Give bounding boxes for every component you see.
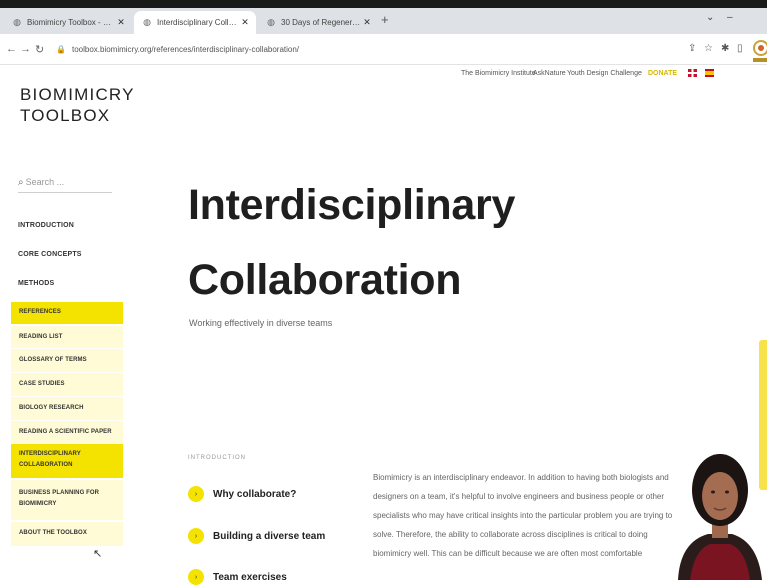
tab-interdisciplinary-collaboration[interactable]: ◍ Interdisciplinary Collaboration - ✕ (134, 11, 256, 34)
close-icon[interactable]: ✕ (361, 17, 373, 28)
url-field[interactable]: 🔒 toolbox.biomimicry.org/references/inte… (56, 40, 676, 58)
sidebar-item-label: GLOSSARY OF TERMS (19, 357, 87, 363)
sidebar-item-label: REFERENCES (19, 309, 62, 315)
toc-label: Team exercises (213, 571, 287, 583)
toc-item-why-collaborate[interactable]: › Why collaborate? (188, 486, 296, 502)
sidebar-item-glossary[interactable]: GLOSSARY OF TERMS (11, 349, 123, 372)
section-label: INTRODUCTION (188, 455, 246, 461)
tab-30-days-of-regeneration[interactable]: ◍ 30 Days of Regeneration - Biomi ✕ (258, 11, 378, 34)
mouse-cursor-icon: ↖ (93, 548, 103, 560)
search-icon: ⌕ (18, 176, 24, 188)
page-title-line-2: Collaboration (188, 256, 462, 304)
search-placeholder: Search ... (25, 177, 65, 187)
sidebar-item-biology-research[interactable]: BIOLOGY RESEARCH (11, 397, 123, 420)
globe-icon: ◍ (13, 17, 21, 27)
chevron-right-icon: › (188, 528, 204, 544)
new-tab-icon[interactable]: + (381, 12, 389, 27)
sidebar-item-label: CASE STUDIES (19, 381, 65, 387)
logo-icon (753, 40, 767, 62)
sidebar-item-methods[interactable]: METHODS (18, 280, 54, 287)
sidebar-item-business-planning[interactable]: BUSINESS PLANNING FOR BIOMIMICRY (11, 480, 123, 520)
util-link-ydc[interactable]: Youth Design Challenge (567, 70, 642, 77)
sidebar-item-interdisciplinary-collaboration[interactable]: INTERDISCIPLINARY COLLABORATION (11, 444, 123, 478)
toc-item-building-team[interactable]: › Building a diverse team (188, 528, 325, 544)
sidebar-item-core-concepts[interactable]: CORE CONCEPTS (18, 251, 82, 258)
sidebar-item-label: INTERDISCIPLINARY COLLABORATION (19, 451, 81, 468)
chevron-down-icon[interactable]: ⌄ (706, 12, 714, 23)
tab-title: Biomimicry Toolbox - Biomi (27, 18, 115, 27)
flag-es-icon[interactable] (705, 69, 714, 77)
flag-en-icon[interactable] (688, 69, 697, 77)
url-text: toolbox.biomimicry.org/references/interd… (71, 44, 300, 54)
back-icon[interactable]: ← (6, 43, 17, 55)
util-link-institute[interactable]: The Biomimicry Institute (461, 70, 536, 77)
address-bar: ← → ↻ 🔒 toolbox.biomimicry.org/reference… (0, 34, 767, 65)
sidebar-item-label: BIOLOGY RESEARCH (19, 405, 84, 411)
donate-link[interactable]: DONATE (648, 70, 677, 77)
sidebar-item-label: ABOUT THE TOOLBOX (19, 530, 87, 536)
minimize-icon[interactable]: – (727, 12, 733, 23)
lock-icon: 🔒 (56, 44, 66, 54)
window-top-edge (0, 0, 767, 8)
util-link-asknature[interactable]: AskNature (533, 70, 566, 77)
toc-item-team-exercises[interactable]: › Team exercises (188, 569, 287, 585)
sidepanel-icon[interactable]: ▯ (737, 43, 743, 54)
reload-icon[interactable]: ↻ (35, 43, 44, 56)
sidebar-item-label: BUSINESS PLANNING FOR BIOMIMICRY (19, 490, 100, 507)
globe-icon: ◍ (143, 17, 151, 27)
forward-icon[interactable]: → (20, 43, 31, 55)
sidebar-item-references[interactable]: REFERENCES (11, 302, 123, 324)
sidebar-item-about[interactable]: ABOUT THE TOOLBOX (11, 522, 123, 546)
sidebar-item-case-studies[interactable]: CASE STUDIES (11, 373, 123, 396)
chevron-right-icon: › (188, 486, 204, 502)
page-subtitle: Working effectively in diverse teams (189, 318, 333, 328)
toc-label: Why collaborate? (213, 488, 297, 500)
chevron-right-icon: › (188, 569, 204, 585)
tab-biomimicry-toolbox[interactable]: ◍ Biomimicry Toolbox - Biomi ✕ (4, 11, 132, 34)
close-icon[interactable]: ✕ (239, 17, 251, 28)
globe-icon: ◍ (267, 17, 275, 27)
share-icon[interactable]: ⇪ (688, 43, 696, 54)
sidebar-item-label: READING LIST (19, 334, 63, 340)
page-title: Interdisciplinary Collaboration (188, 168, 518, 318)
star-icon[interactable]: ☆ (704, 43, 713, 54)
site-logo[interactable]: BIOMIMICRY TOOLBOX (20, 84, 150, 126)
sidebar-item-reading-list[interactable]: READING LIST (11, 326, 123, 348)
sidebar-item-introduction[interactable]: INTRODUCTION (18, 222, 74, 229)
presenter-video (678, 454, 762, 580)
sidebar-item-scientific-paper[interactable]: READING A SCIENTIFIC PAPER (11, 421, 123, 443)
search-input[interactable]: ⌕ Search ... (18, 172, 112, 193)
extensions-icon[interactable]: ✱ (721, 43, 729, 54)
toc-label: Building a diverse team (213, 530, 326, 542)
tab-title: 30 Days of Regeneration - Biomi (281, 18, 361, 27)
tab-title: Interdisciplinary Collaboration - (157, 18, 239, 27)
sidebar-item-label: READING A SCIENTIFIC PAPER (19, 429, 112, 435)
close-icon[interactable]: ✕ (115, 17, 127, 28)
page-title-line-1: Interdisciplinary (188, 181, 516, 229)
